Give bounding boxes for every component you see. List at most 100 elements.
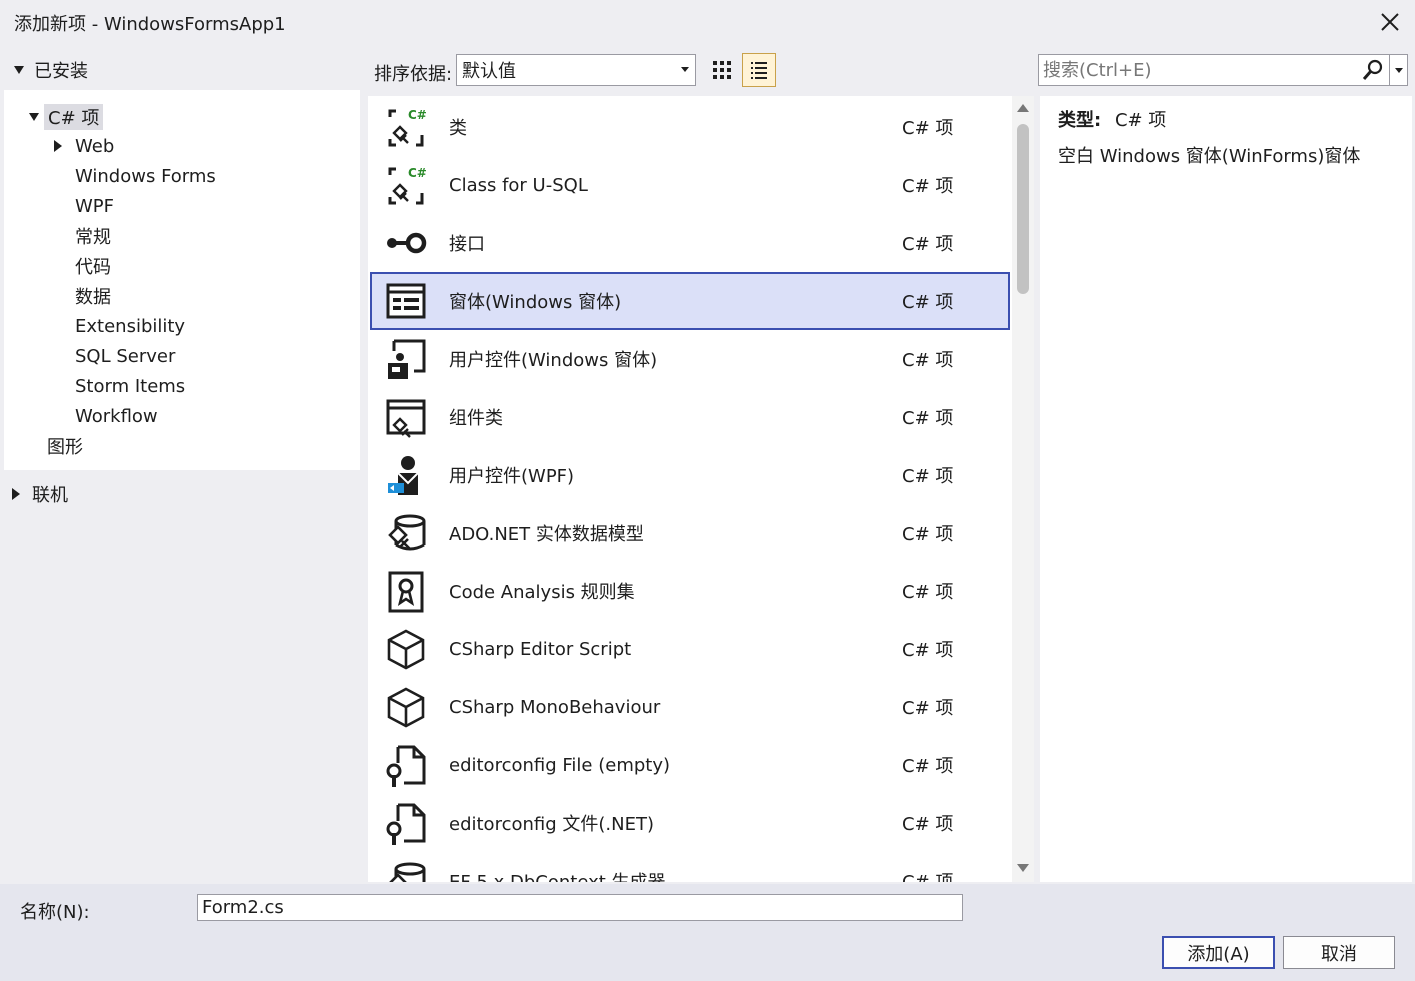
list-item-component-class[interactable]: 组件类 C# 项 [370,388,1010,446]
list-item-code-analysis-ruleset[interactable]: Code Analysis 规则集 C# 项 [370,562,1010,620]
scroll-up-icon[interactable] [1017,104,1029,112]
item-name: CSharp MonoBehaviour [449,696,661,718]
detail-description: 空白 Windows 窗体(WinForms)窗体 [1058,146,1361,167]
scrollbar-thumb[interactable] [1017,124,1029,294]
search-icon[interactable] [1361,58,1385,82]
chevron-down-icon [1395,68,1403,73]
item-type: C# 项 [902,582,954,603]
collapse-icon [14,66,24,74]
tree-item-label: 常规 [75,227,111,248]
template-list: C# 类 C# 项 C# Class for U-SQL C# 项 接口 C# … [368,96,1012,882]
tree-item-graphics[interactable]: 图形 [47,432,83,460]
list-item-user-control-winforms[interactable]: 用户控件(Windows 窗体) C# 项 [370,330,1010,388]
item-name: 用户控件(WPF) [449,466,575,487]
list-item-class-usql[interactable]: C# Class for U-SQL C# 项 [370,156,1010,214]
tree-item-label: Workflow [75,405,158,427]
list-item-editorconfig-empty[interactable]: editorconfig File (empty) C# 项 [370,736,1010,794]
name-label: 名称(N): [20,902,90,923]
list-item-csharp-monobehaviour[interactable]: CSharp MonoBehaviour C# 项 [370,678,1010,736]
tree-item-label: 数据 [75,287,111,308]
tree-item-data[interactable]: 数据 [75,282,111,310]
ruleset-icon [388,571,424,613]
search-box [1038,54,1390,86]
detail-type-row: 类型: C# 项 [1058,106,1166,132]
cube-icon [387,629,425,670]
list-item-editorconfig-net[interactable]: editorconfig 文件(.NET) C# 项 [370,794,1010,852]
list-item-csharp-editor-script[interactable]: CSharp Editor Script C# 项 [370,620,1010,678]
list-item-ef-dbcontext[interactable]: EF 5.x DbContext 生成器 C# 项 [370,852,1010,882]
tree-item-general[interactable]: 常规 [75,222,111,250]
item-name: 窗体(Windows 窗体) [449,292,622,313]
tree-installed-header[interactable]: 已安装 [14,58,88,82]
scroll-down-icon[interactable] [1017,864,1029,872]
collapse-icon [24,107,44,127]
item-name: 用户控件(Windows 窗体) [449,350,658,371]
add-button[interactable]: 添加(A) [1162,936,1275,969]
tree-item-sql-server[interactable]: SQL Server [75,342,175,370]
detail-pane: 类型: C# 项 空白 Windows 窗体(WinForms)窗体 [1040,96,1412,882]
item-type: C# 项 [902,466,954,487]
tree-online-header[interactable]: 联机 [12,481,68,507]
item-name: CSharp Editor Script [449,638,632,660]
item-name: ADO.NET 实体数据模型 [449,524,644,545]
item-name: editorconfig 文件(.NET) [449,814,654,835]
detail-type-label: 类型: [1058,110,1102,131]
window-title: 添加新项 - WindowsFormsApp1 [14,14,286,35]
tree-item-label: Windows Forms [75,165,216,187]
tree-item-code[interactable]: 代码 [75,252,111,280]
tree-item-windows-forms[interactable]: Windows Forms [75,162,216,190]
config-file-icon [386,745,426,787]
component-icon [386,399,426,438]
list-view-icon [751,62,767,79]
item-type: C# 项 [902,524,954,545]
search-options-dropdown[interactable] [1390,54,1408,86]
item-name: 组件类 [449,408,503,429]
item-type: C# 项 [902,292,954,313]
config-file-icon [386,803,426,845]
tree-item-label: SQL Server [75,345,176,367]
search-input[interactable] [1043,57,1353,83]
item-type: C# 项 [902,756,954,777]
entity-model-icon [389,862,426,882]
tree-item-label: Web [75,135,115,157]
item-type: C# 项 [902,814,954,835]
name-input[interactable] [197,894,963,921]
detail-type-value: C# 项 [1114,110,1167,131]
tree-item-label: 代码 [75,257,111,278]
list-scrollbar[interactable] [1012,96,1034,882]
item-name: 接口 [449,234,485,255]
list-item-user-control-wpf[interactable]: 用户控件(WPF) C# 项 [370,446,1010,504]
sort-dropdown[interactable]: 默认值 [456,54,696,86]
category-tree: C# 项 Web Windows Forms WPF 常规 代码 数据 Exte… [4,90,360,470]
list-item-interface[interactable]: 接口 C# 项 [370,214,1010,272]
tree-item-storm-items[interactable]: Storm Items [75,372,185,400]
tree-item-wpf[interactable]: WPF [75,192,114,220]
tree-online-label: 联机 [32,485,68,506]
grid-view-icon [713,61,731,79]
grid-view-button[interactable] [706,54,738,86]
cancel-button[interactable]: 取消 [1283,936,1395,969]
cube-icon [387,687,425,728]
item-type: C# 项 [902,234,954,255]
item-name: EF 5.x DbContext 生成器 [449,868,666,882]
expand-icon [12,488,20,500]
tree-item-workflow[interactable]: Workflow [75,402,158,430]
list-item-windows-form[interactable]: 窗体(Windows 窗体) C# 项 [370,272,1010,330]
tree-item-web[interactable]: Web [48,132,114,160]
close-button[interactable] [1374,6,1406,38]
item-name: 类 [449,118,467,139]
item-type: C# 项 [902,698,954,719]
interface-icon [387,232,427,254]
list-view-button[interactable] [742,53,776,87]
item-type: C# 项 [902,408,954,429]
item-type: C# 项 [902,176,954,197]
entity-model-icon [388,514,426,551]
tree-item-extensibility[interactable]: Extensibility [75,312,185,340]
svg-text:C#: C# [408,166,427,180]
tree-item-label: C# 项 [44,104,104,130]
list-item-ado-entity-model[interactable]: ADO.NET 实体数据模型 C# 项 [370,504,1010,562]
list-item-class[interactable]: C# 类 C# 项 [370,98,1010,156]
tree-item-csharp[interactable]: C# 项 [24,103,104,131]
sort-dropdown-value: 默认值 [462,61,516,82]
item-type: C# 项 [902,350,954,371]
